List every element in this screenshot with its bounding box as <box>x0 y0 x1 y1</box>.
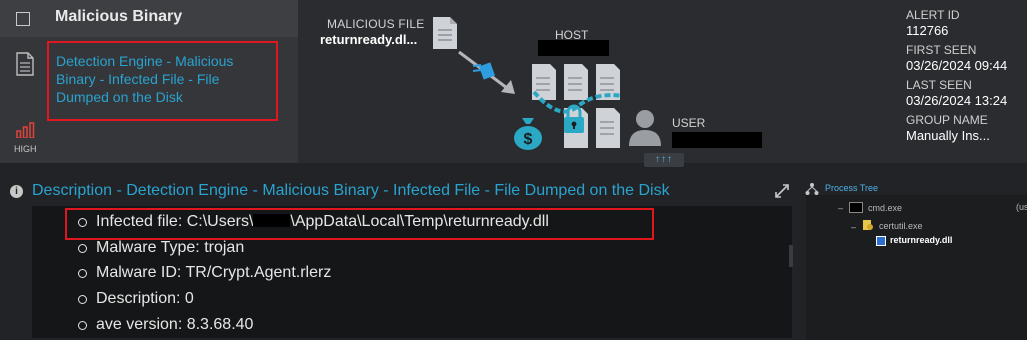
expand-diagram-button[interactable]: ↑↑↑ <box>644 153 684 167</box>
process-tree-panel <box>806 195 1027 340</box>
money-bag-icon: $ <box>514 118 542 150</box>
highlight-box <box>65 208 654 240</box>
list-item: Malware ID: TR/Crypt.Agent.rlerz <box>78 264 332 282</box>
tree-node-certutil[interactable]: certutil.exe <box>879 221 923 231</box>
dll-file-icon <box>876 236 886 246</box>
bullet <box>78 295 87 304</box>
malicious-file-value[interactable]: returnready.dl... <box>320 32 417 47</box>
malicious-file-label: MALICIOUS FILE <box>327 17 425 31</box>
alert-id-value: 112766 <box>906 23 949 38</box>
last-seen-label: LAST SEEN <box>906 78 972 92</box>
certificate-icon <box>863 220 873 230</box>
select-all-checkbox[interactable] <box>16 12 30 26</box>
alert-id-label: ALERT ID <box>906 8 960 22</box>
collapse-toggle[interactable]: – <box>838 203 843 213</box>
document-icon <box>16 52 34 76</box>
flow-arrow-icon <box>458 50 515 94</box>
tree-node-returnready[interactable]: returnready.dll <box>890 235 952 245</box>
alert-list-panel: Malicious Binary Detection Engine - Mali… <box>0 0 298 163</box>
lock-icon <box>564 104 584 133</box>
group-name-value[interactable]: Manually Ins... <box>906 128 1027 148</box>
malware-type: Malware Type: trojan <box>96 239 245 256</box>
info-icon: i <box>10 185 23 198</box>
maximize-icon[interactable] <box>774 183 790 199</box>
tree-side-text: (us <box>1016 202 1027 212</box>
malware-id: Malware ID: TR/Crypt.Agent.rlerz <box>96 264 332 281</box>
list-item: Description: 0 <box>78 290 194 308</box>
alert-detail-view: Malicious Binary Detection Engine - Mali… <box>0 0 1027 340</box>
list-item: Malware Type: trojan <box>78 239 245 257</box>
ave-version: ave version: 8.3.68.40 <box>96 316 254 333</box>
bullet <box>78 321 87 330</box>
malicious-file-icon <box>433 17 457 49</box>
severity-label: HIGH <box>14 144 37 154</box>
svg-text:$: $ <box>524 131 533 148</box>
cmd-icon <box>849 202 863 213</box>
user-label: USER <box>672 116 706 130</box>
first-seen-label: FIRST SEEN <box>906 43 977 57</box>
alert-list-title: Malicious Binary <box>55 8 183 25</box>
user-icon <box>629 110 661 146</box>
alert-list-header: Malicious Binary <box>0 0 298 37</box>
description-scrollbar[interactable] <box>789 245 793 267</box>
first-seen-value: 03/26/2024 09:44 <box>906 58 1008 73</box>
severity-bars-icon <box>16 122 35 138</box>
bullet <box>78 269 87 278</box>
list-item: ave version: 8.3.68.40 <box>78 316 254 334</box>
process-tree-icon <box>805 183 819 195</box>
last-seen-value: 03/26/2024 13:24 <box>906 93 1008 108</box>
group-name-label: GROUP NAME <box>906 113 988 127</box>
highlight-box <box>47 41 278 121</box>
user-redaction <box>672 132 762 148</box>
description-title: Description - Detection Engine - Malicio… <box>32 182 670 199</box>
host-redaction <box>538 40 609 56</box>
process-tree-title[interactable]: Process Tree <box>825 183 878 193</box>
malware-description: Description: 0 <box>96 290 194 307</box>
tree-node-cmd[interactable]: cmd.exe <box>868 203 902 213</box>
alert-metadata: ALERT ID 112766 FIRST SEEN 03/26/2024 09… <box>906 8 1027 148</box>
collapse-toggle[interactable]: – <box>851 222 856 232</box>
bullet <box>78 244 87 253</box>
